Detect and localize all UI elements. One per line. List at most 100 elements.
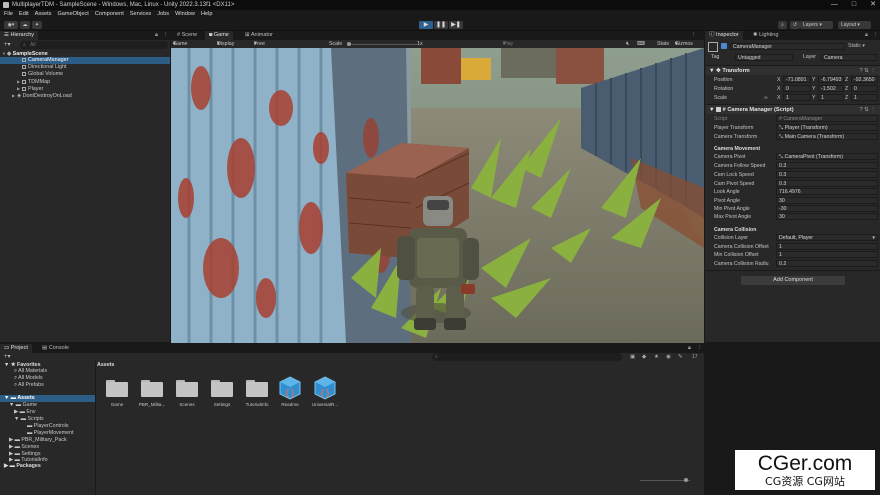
scriptable-object-icon[interactable]: {} xyxy=(278,376,302,400)
min-collision-offset-field[interactable]: 1 xyxy=(776,251,878,258)
folder-icon[interactable] xyxy=(246,378,268,397)
hierarchy-row-tdmmap[interactable]: ▶ TDMMap xyxy=(0,78,170,85)
favorite-all-models[interactable]: ⌕ All Models xyxy=(14,375,43,382)
filter-type-icon[interactable]: ▣ xyxy=(630,353,635,361)
lock-icon[interactable]: 🔒︎ xyxy=(865,31,868,40)
icon-size-slider-handle[interactable] xyxy=(684,478,688,482)
tree-game-row[interactable]: ▼ ▬ Game xyxy=(9,402,37,409)
hierarchy-row-scene[interactable]: ▼◈ SampleScene xyxy=(0,50,170,57)
layer-dropdown[interactable]: Camera xyxy=(821,54,877,61)
folder-icon[interactable] xyxy=(176,378,198,397)
max-pivot-field[interactable]: 30 xyxy=(776,213,878,220)
tab-game[interactable]: ◙ Game xyxy=(205,31,233,40)
tab-scene[interactable]: # Scene xyxy=(173,31,201,40)
folder-icon[interactable] xyxy=(106,378,128,397)
scale-slider[interactable] xyxy=(347,41,417,46)
more-menu-icon[interactable]: ⋮ xyxy=(691,31,697,40)
add-component-button[interactable]: Add Component xyxy=(741,276,845,285)
menu-jobs[interactable]: Jobs xyxy=(157,10,169,19)
lock-icon[interactable]: 🔒︎ xyxy=(688,344,691,353)
add-icon[interactable]: +▾ xyxy=(4,41,11,49)
gizmos-dropdown[interactable]: Gizmos ▾ xyxy=(675,40,693,48)
constrain-proportions-icon[interactable]: ∞ xyxy=(764,94,768,102)
camera-transform-field[interactable]: ⤡ Main Camera (Transform) xyxy=(776,133,878,140)
history-button[interactable]: ↺ xyxy=(790,21,800,29)
mute-audio-icon[interactable]: 🔇︎ xyxy=(626,40,629,48)
display-dropdown[interactable]: Display 1 ▾ xyxy=(217,40,234,55)
collision-layer-dropdown[interactable]: Default, Player ▾ xyxy=(776,234,878,241)
play-button[interactable]: ▶ xyxy=(419,21,433,29)
menu-component[interactable]: Component xyxy=(95,10,124,19)
collision-radius-field[interactable]: 0.2 xyxy=(776,260,878,267)
player-transform-field[interactable]: ⤡ Player (Transform) xyxy=(776,124,878,131)
minimize-button[interactable]: — xyxy=(831,0,838,10)
project-search-input[interactable]: ⌕ xyxy=(432,353,622,361)
position-x-field[interactable]: -71.0891 xyxy=(783,76,811,83)
look-angle-field[interactable]: 716.4976 xyxy=(776,188,878,195)
min-pivot-field[interactable]: -30 xyxy=(776,205,878,212)
scale-z-field[interactable]: 1 xyxy=(851,94,878,101)
rotation-z-field[interactable]: 0 xyxy=(851,85,878,92)
tree-pbr-row[interactable]: ▶ ▬ PBR_Military_Pack xyxy=(9,437,67,444)
tree-assets-row[interactable]: ▼ ▬ Assets xyxy=(0,395,95,402)
step-button[interactable]: ▶❚ xyxy=(449,21,463,29)
filter-label-icon[interactable]: ◆ xyxy=(642,353,646,361)
favorite-all-materials[interactable]: ⌕ All Materials xyxy=(14,368,47,375)
menu-assets[interactable]: Assets xyxy=(35,10,52,19)
layout-dropdown[interactable]: Layout ▾ xyxy=(838,21,871,29)
scale-y-field[interactable]: 1 xyxy=(818,94,844,101)
shortcut-icon[interactable]: ⌨ xyxy=(637,40,645,48)
rotation-y-field[interactable]: -1.502 xyxy=(818,85,844,92)
more-menu-icon[interactable]: ⋮ xyxy=(873,31,879,40)
lock-icon[interactable]: 🔒︎ xyxy=(155,31,158,40)
menu-edit[interactable]: Edit xyxy=(19,10,29,19)
static-toggle[interactable]: Static ▾ xyxy=(848,43,878,50)
tree-playercontrols-row[interactable]: ▬ PlayerControls xyxy=(27,423,69,430)
layers-dropdown[interactable]: Layers ▾ xyxy=(800,21,833,29)
rotation-x-field[interactable]: 0 xyxy=(783,85,811,92)
camera-pivot-field[interactable]: ⤡ CameraPivot (Transform) xyxy=(776,153,878,160)
hierarchy-row-dontdestroyonload[interactable]: ▶ ◈ DontDestroyOnLoad xyxy=(0,92,170,99)
position-y-field[interactable]: -6.79493 xyxy=(818,76,844,83)
game-viewport[interactable] xyxy=(171,48,704,343)
hidden-packages-icon[interactable]: ✎ xyxy=(678,353,683,361)
tag-dropdown[interactable]: Untagged xyxy=(735,54,793,61)
component-menu-icon[interactable]: ? ⇅ ⋮ xyxy=(860,105,877,115)
collab-button[interactable]: ✦ xyxy=(32,21,42,29)
menu-file[interactable]: File xyxy=(4,10,13,19)
transform-header[interactable]: ▼ ✥ Transform ? ⇅ ⋮ xyxy=(706,65,880,75)
collision-offset-field[interactable]: 1 xyxy=(776,243,878,250)
maximize-button[interactable]: □ xyxy=(852,0,856,10)
tab-animator[interactable]: ⊞ Animator xyxy=(241,31,277,40)
position-z-field[interactable]: -92.3650 xyxy=(851,76,878,83)
aspect-dropdown[interactable]: Free Aspect ▾ xyxy=(254,40,270,55)
hierarchy-row-player[interactable]: ▶ Player xyxy=(0,85,170,92)
menu-help[interactable]: Help xyxy=(201,10,213,19)
menu-window[interactable]: Window xyxy=(175,10,195,19)
active-checkbox[interactable] xyxy=(721,43,727,49)
account-button[interactable]: ◉▾ xyxy=(4,21,18,29)
tree-packages-row[interactable]: ▶ ▬ Packages xyxy=(4,463,41,470)
lock-speed-field[interactable]: 0.3 xyxy=(776,171,878,178)
search-button[interactable]: ⌕ xyxy=(778,21,787,29)
tree-playermovement-row[interactable]: ▬ PlayerMovement xyxy=(27,430,74,437)
close-button[interactable]: ✕ xyxy=(870,0,876,10)
pivot-angle-field[interactable]: 30 xyxy=(776,197,878,204)
tab-project[interactable]: ▭ Project xyxy=(0,344,32,353)
folder-icon[interactable] xyxy=(211,378,233,397)
assets-breadcrumb[interactable]: Assets xyxy=(97,362,114,369)
icon-size-slider[interactable] xyxy=(640,478,690,482)
pause-button[interactable]: ❚❚ xyxy=(434,21,448,29)
tab-inspector[interactable]: ⓘ Inspector xyxy=(705,31,743,40)
tree-scenes-row[interactable]: ▶ ▬ Scenes xyxy=(9,444,39,451)
scale-x-field[interactable]: 1 xyxy=(783,94,811,101)
menu-services[interactable]: Services xyxy=(130,10,151,19)
object-name-field[interactable]: CameraManager xyxy=(730,43,845,50)
hierarchy-row-directional-light[interactable]: Directional Light xyxy=(0,64,170,71)
component-menu-icon[interactable]: ? ⇅ ⋮ xyxy=(860,66,877,76)
game-mode-dropdown[interactable]: Game ▾ xyxy=(173,40,187,48)
camera-manager-header[interactable]: ▼ # Camera Manager (Script) ? ⇅ ⋮ xyxy=(706,104,880,114)
hierarchy-row-cameramanager[interactable]: CameraManager xyxy=(0,57,170,64)
folder-icon[interactable] xyxy=(141,378,163,397)
follow-speed-field[interactable]: 0.3 xyxy=(776,162,878,169)
